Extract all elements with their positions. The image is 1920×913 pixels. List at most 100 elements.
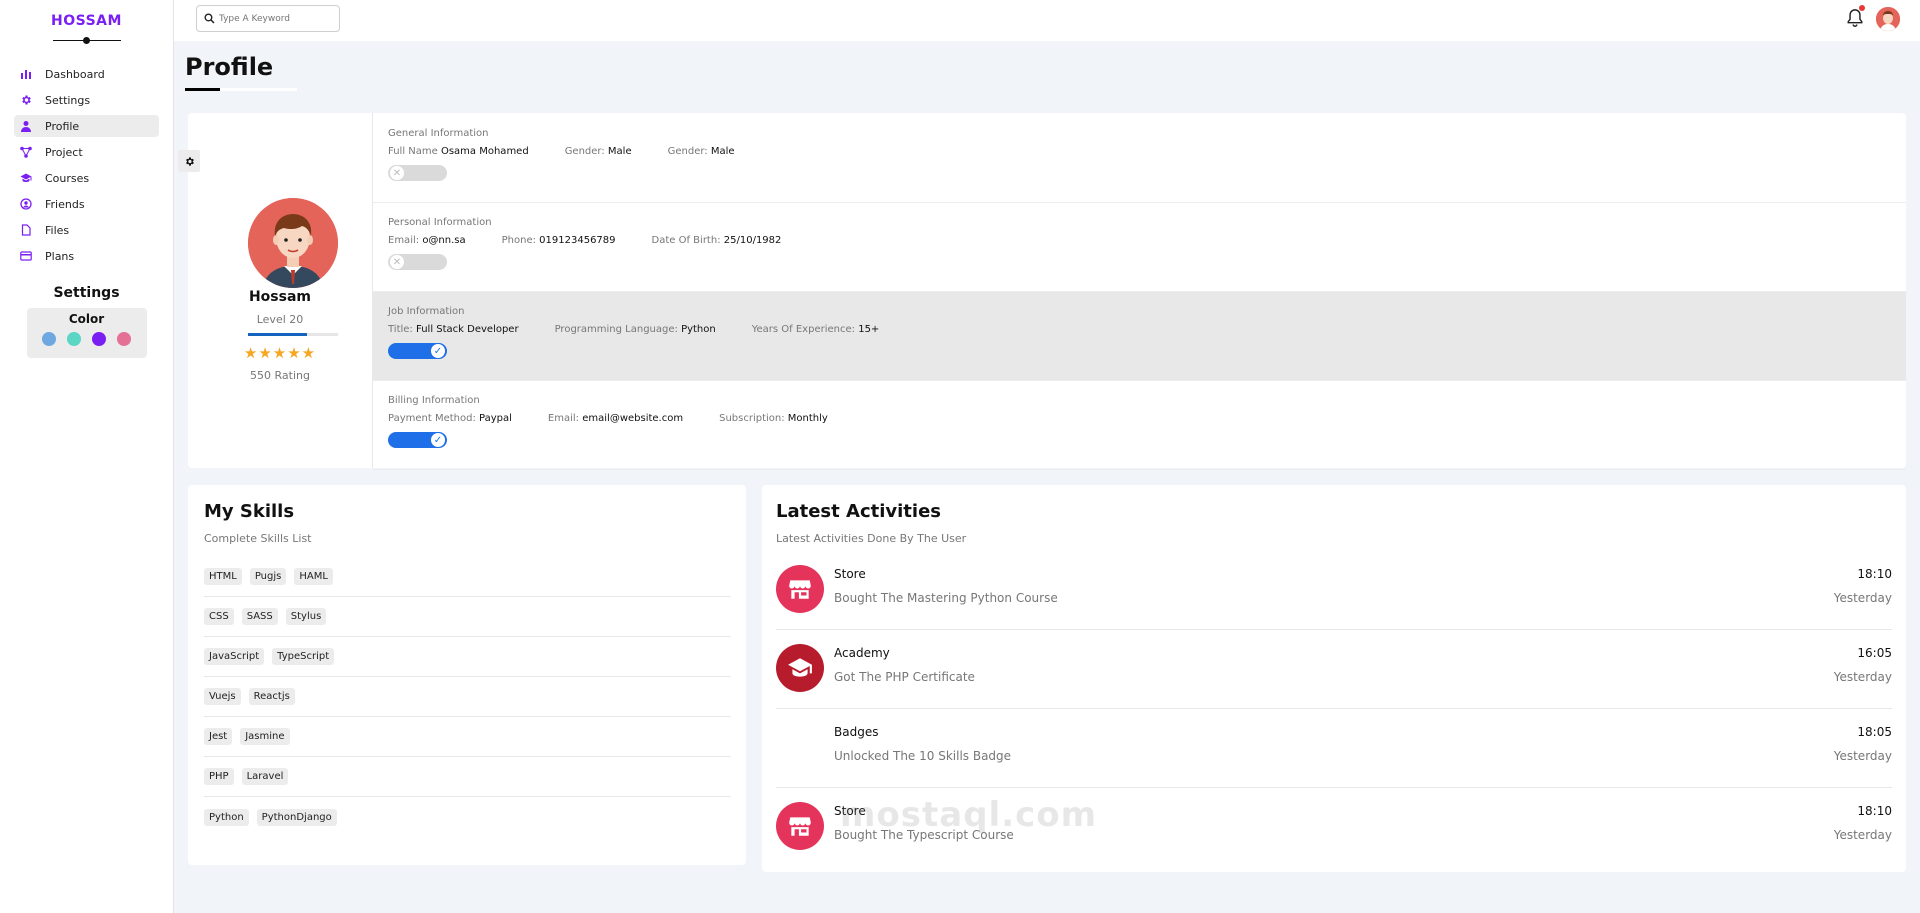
info-field-value: Male	[607, 146, 632, 157]
sidebar-item-settings[interactable]: Settings	[14, 89, 159, 111]
check-icon: ✓	[431, 433, 445, 447]
search-box[interactable]	[196, 5, 340, 32]
star-icon: ★	[258, 344, 273, 362]
info-field-value: Monthly	[787, 413, 828, 424]
sidebar-item-project[interactable]: Project	[14, 141, 159, 163]
bell-icon	[1847, 9, 1863, 27]
skill-chip: Pugjs	[249, 568, 287, 585]
activity-name: Store	[834, 567, 866, 581]
info-section: Personal Information Email: o@nn.sa Phone:…	[373, 203, 1906, 292]
info-field-value: 25/10/1982	[723, 235, 782, 246]
sidebar-item-label: Dashboard	[45, 67, 105, 81]
color-picker: Color	[26, 308, 147, 358]
info-fields: Email: o@nn.sa Phone: 019123456789 Date Of…	[388, 235, 1906, 246]
skill-chip: HAML	[294, 568, 333, 585]
sidebar-settings-title: Settings	[53, 285, 120, 301]
color-swatch[interactable]	[67, 332, 81, 346]
sidebar-item-label: Settings	[45, 93, 91, 107]
sidebar-item-profile[interactable]: Profile	[14, 115, 159, 137]
info-field-value: Paypal	[479, 413, 512, 424]
brand-logo[interactable]: HOSSAM	[0, 13, 173, 29]
info-field: Title: Full Stack Developer	[388, 324, 519, 335]
skill-chip: Jest	[204, 728, 233, 745]
sidebar-item-plans[interactable]: Plans	[14, 245, 159, 267]
info-field-value: Osama Mohamed	[440, 146, 529, 157]
section-toggle[interactable]: ✕	[388, 254, 447, 270]
activity-day: Yesterday	[1833, 670, 1892, 684]
skill-row: Jest Jasmine	[204, 717, 731, 757]
notification-badge	[1859, 5, 1865, 11]
diagram-icon	[20, 146, 32, 158]
title-underline	[185, 88, 297, 91]
info-field: Phone: 019123456789	[502, 235, 616, 246]
info-field-value: email@website.com	[582, 413, 684, 424]
user-icon	[20, 120, 32, 132]
skill-chip: Reactjs	[248, 688, 295, 705]
profile-card: Hossam Level 20 ★★★★★ 550 Rating General…	[188, 113, 1906, 470]
info-fields: Payment Method: Paypal Email: email@websi…	[388, 413, 1906, 424]
search-input[interactable]	[219, 13, 329, 24]
file-icon	[20, 224, 32, 236]
graduation-cap-icon	[20, 172, 32, 184]
page-title: Profile	[185, 53, 274, 81]
x-icon: ✕	[390, 255, 404, 269]
color-swatch[interactable]	[42, 332, 56, 346]
sidebar-item-dashboard[interactable]: Dashboard	[14, 63, 159, 85]
avatar-face-icon	[1876, 7, 1900, 31]
activity-name: Badges	[834, 725, 879, 739]
sidebar-item-files[interactable]: Files	[14, 219, 159, 241]
color-swatch[interactable]	[117, 332, 131, 346]
skill-chip: PHP	[204, 768, 234, 785]
activity-day: Yesterday	[1833, 828, 1892, 842]
star-icon: ★	[287, 344, 302, 362]
skill-row: HTML Pugjs HAML	[204, 557, 731, 597]
section-toggle[interactable]: ✓	[388, 432, 447, 448]
info-fields: Title: Full Stack Developer Programming L…	[388, 324, 1906, 335]
info-section-title: Billing Information	[388, 395, 480, 406]
skill-chip: Python	[204, 808, 249, 826]
sidebar-item-courses[interactable]: Courses	[14, 167, 159, 189]
activity-name: Academy	[834, 646, 890, 660]
info-field: Email: o@nn.sa	[388, 235, 466, 246]
skill-chip: HTML	[204, 568, 242, 585]
chart-bar-icon	[20, 68, 32, 80]
profile-settings-button[interactable]	[178, 150, 200, 172]
info-field: Email: email@website.com	[548, 413, 683, 424]
star-icon: ★	[243, 344, 259, 362]
activity-time: 18:10	[1857, 804, 1892, 818]
skill-chip: SASS	[241, 608, 278, 625]
skill-chip: Vuejs	[204, 688, 241, 705]
activity-time: 18:05	[1857, 725, 1892, 739]
color-swatch[interactable]	[92, 332, 106, 346]
credit-card-icon	[20, 250, 32, 262]
skill-chip: PythonDjango	[256, 808, 337, 826]
x-icon: ✕	[390, 166, 404, 180]
info-field-key: Email:	[388, 235, 420, 246]
activity-row: Store Bought The Mastering Python Course 1…	[776, 551, 1892, 630]
skills-card: My Skills Complete Skills List HTML Pugjs…	[188, 485, 746, 865]
store-icon	[776, 565, 824, 613]
info-field: Date Of Birth: 25/10/1982	[652, 235, 782, 246]
section-toggle[interactable]: ✕	[388, 165, 447, 181]
color-swatches	[27, 332, 147, 346]
color-label: Color	[68, 312, 105, 326]
sidebar: HOSSAM Dashboard Settings Profile Project Co…	[0, 0, 174, 913]
info-field-key: Gender:	[564, 146, 605, 157]
profile-rating: 550 Rating	[250, 369, 310, 382]
sidebar-item-label: Files	[45, 223, 70, 237]
sidebar-item-friends[interactable]: Friends	[14, 193, 159, 215]
activity-day: Yesterday	[1833, 591, 1892, 605]
person-avatar-icon	[248, 198, 338, 288]
activity-description: Bought The Mastering Python Course	[834, 591, 1058, 605]
info-field: Full Name Osama Mohamed	[388, 146, 529, 157]
info-field-key: Programming Language:	[554, 324, 678, 335]
section-toggle[interactable]: ✓	[388, 343, 447, 359]
info-section-title: Job Information	[388, 306, 465, 317]
gear-icon	[185, 156, 194, 166]
user-avatar[interactable]	[1876, 7, 1900, 31]
profile-name: Hossam	[248, 289, 312, 305]
star-icon: ★	[301, 344, 317, 362]
notifications-button[interactable]	[1846, 5, 1865, 28]
info-section-title: General Information	[388, 128, 489, 139]
sidebar-item-label: Profile	[45, 119, 80, 133]
